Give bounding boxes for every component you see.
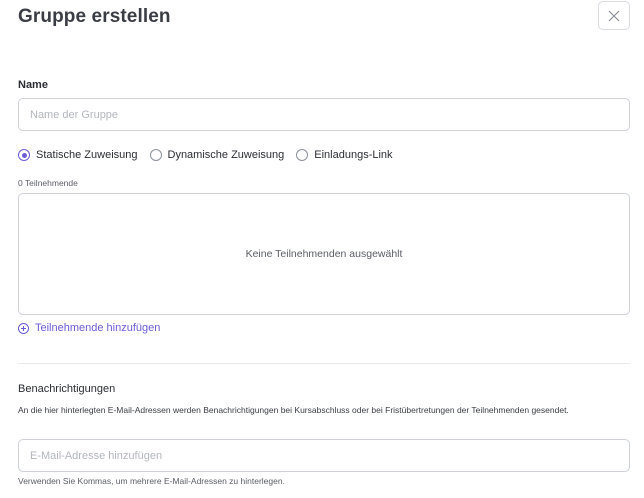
close-button[interactable] [598,1,630,30]
radio-dynamic-assignment[interactable]: Dynamische Zuweisung [149,149,285,161]
empty-participants-text: Keine Teilnehmenden ausgewählt [245,248,403,260]
notifications-label: Benachrichtigungen [18,383,116,395]
notifications-description: An die hier hinterlegten E-Mail-Adressen… [18,405,569,415]
radio-invitation-link[interactable]: Einladungs-Link [296,149,393,161]
participant-count: 0 Teilnehmende [18,178,78,188]
plus-circle-icon [18,322,29,334]
group-name-input[interactable] [18,98,630,131]
name-label: Name [18,79,48,91]
radio-invitation-label: Einladungs-Link [314,149,393,161]
assignment-radio-group: Statische Zuweisung Dynamische Zuweisung… [18,149,405,161]
radio-static-assignment[interactable]: Statische Zuweisung [18,149,138,161]
radio-unchecked-icon[interactable] [149,149,162,161]
participants-list: Keine Teilnehmenden ausgewählt [18,193,630,315]
section-divider [18,363,630,364]
add-participants-button[interactable]: Teilnehmende hinzufügen [18,322,160,334]
close-icon [608,10,620,21]
create-group-dialog: Gruppe erstellen Name Statische Zuweisun… [0,0,644,498]
add-participants-label: Teilnehmende hinzufügen [35,322,161,334]
radio-checked-icon[interactable] [18,149,30,161]
dialog-title: Gruppe erstellen [18,6,171,27]
radio-unchecked-icon[interactable] [296,149,309,161]
radio-dynamic-label: Dynamische Zuweisung [167,149,285,161]
email-input[interactable] [18,439,630,472]
email-help-text: Verwenden Sie Kommas, um mehrere E-Mail-… [18,476,285,486]
radio-static-label: Statische Zuweisung [36,149,138,161]
